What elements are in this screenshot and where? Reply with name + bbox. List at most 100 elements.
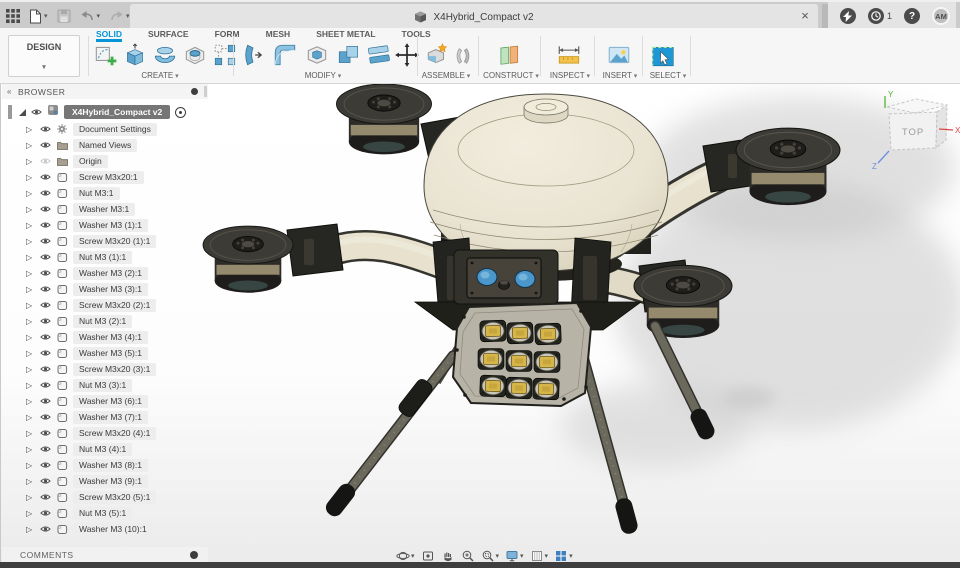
item-label[interactable]: Screw M3x20 (5):1 (73, 490, 157, 504)
drone-arm-left[interactable] (286, 223, 469, 284)
visibility-eye-icon[interactable] (39, 381, 51, 389)
browser-root-item[interactable]: X4Hybrid_Compact v2 (2, 103, 208, 121)
expand-arrow-icon[interactable] (26, 509, 34, 518)
visibility-eye-icon[interactable] (39, 269, 51, 277)
item-label[interactable]: Screw M3x20 (1):1 (73, 234, 157, 248)
expand-arrow-icon[interactable] (26, 445, 34, 454)
assemble-group-label[interactable]: ASSEMBLE (422, 71, 471, 80)
browser-item[interactable]: Washer M3 (9):1 (2, 473, 208, 489)
measure-icon[interactable] (556, 42, 582, 68)
browser-item[interactable]: Screw M3x20 (1):1 (2, 233, 208, 249)
construct-plane-icon[interactable] (496, 42, 522, 68)
orbit-icon[interactable] (395, 549, 416, 563)
browser-item[interactable]: Screw M3x20 (4):1 (2, 425, 208, 441)
insert-image-icon[interactable] (606, 42, 632, 68)
extensions-icon[interactable] (839, 8, 856, 24)
visibility-eye-icon[interactable] (39, 253, 51, 261)
visibility-eye-icon[interactable] (39, 189, 51, 197)
collapse-browser-icon[interactable] (7, 87, 12, 96)
expand-arrow-icon[interactable] (26, 381, 34, 390)
expand-arrow-icon[interactable] (26, 125, 34, 134)
expand-arrow-icon[interactable] (26, 189, 34, 198)
item-label[interactable]: Washer M3 (6):1 (73, 394, 148, 408)
joint-icon[interactable] (452, 45, 474, 67)
item-label[interactable]: Nut M3:1 (73, 186, 120, 200)
expand-arrow-icon[interactable] (26, 285, 34, 294)
fillet-icon[interactable] (272, 42, 298, 68)
zoom-icon[interactable] (460, 549, 476, 563)
browser-item[interactable]: Washer M3 (10):1 (2, 521, 208, 537)
browser-item[interactable]: Nut M3 (4):1 (2, 441, 208, 457)
visibility-eye-icon[interactable] (39, 157, 51, 165)
expand-arrow-icon[interactable] (26, 141, 34, 150)
item-label[interactable]: Washer M3 (8):1 (73, 458, 148, 472)
item-label[interactable]: Origin (73, 154, 108, 168)
scroll-grip[interactable] (8, 105, 12, 119)
browser-item[interactable]: Nut M3 (1):1 (2, 249, 208, 265)
visibility-eye-icon[interactable] (39, 525, 51, 533)
construct-group-label[interactable]: CONSTRUCT (483, 71, 539, 80)
visibility-eye-icon[interactable] (39, 205, 51, 213)
browser-item[interactable]: Nut M3 (3):1 (2, 377, 208, 393)
item-label[interactable]: Washer M3 (9):1 (73, 474, 148, 488)
grid-settings-icon[interactable] (529, 549, 550, 563)
redo-icon[interactable] (109, 10, 130, 23)
expand-arrow-icon[interactable] (26, 221, 34, 230)
item-label[interactable]: Washer M3 (3):1 (73, 282, 148, 296)
file-menu-icon[interactable] (29, 9, 48, 24)
ribbon-tab-solid[interactable]: SOLID (96, 29, 122, 42)
expand-arrow-icon[interactable] (26, 253, 34, 262)
expand-arrow-icon[interactable] (26, 477, 34, 486)
display-settings-icon[interactable] (504, 549, 525, 563)
comments-options-dot-icon[interactable] (190, 550, 198, 559)
expand-arrow-icon[interactable] (26, 429, 34, 438)
browser-item[interactable]: Washer M3 (7):1 (2, 409, 208, 425)
hole-icon[interactable] (182, 42, 208, 68)
expand-arrow-icon[interactable] (26, 173, 34, 182)
visibility-eye-icon[interactable] (39, 397, 51, 405)
save-icon[interactable] (57, 9, 71, 23)
close-tab-icon[interactable] (798, 9, 812, 23)
browser-item[interactable]: Washer M3 (1):1 (2, 217, 208, 233)
extrude-icon[interactable] (122, 42, 148, 68)
drone-led-panel[interactable] (452, 302, 592, 407)
visibility-eye-icon[interactable] (39, 317, 51, 325)
browser-item[interactable]: Washer M3 (6):1 (2, 393, 208, 409)
expand-arrow-icon[interactable] (26, 413, 34, 422)
expand-arrow-icon[interactable] (26, 349, 34, 358)
comments-bar[interactable]: COMMENTS (2, 547, 208, 562)
browser-item[interactable]: Washer M3 (8):1 (2, 457, 208, 473)
expand-arrow-icon[interactable] (26, 205, 34, 214)
browser-item[interactable]: Origin (2, 153, 208, 169)
select-tool-icon[interactable] (650, 42, 676, 68)
visibility-eye-icon[interactable] (39, 301, 51, 309)
ribbon-tab-mesh[interactable]: MESH (266, 29, 291, 42)
visibility-eye-icon[interactable] (39, 493, 51, 501)
ribbon-tab-surface[interactable]: SURFACE (148, 29, 189, 42)
viewcube-top-face-label[interactable]: TOP (902, 127, 924, 138)
browser-item[interactable]: Nut M3 (2):1 (2, 313, 208, 329)
create-sketch-icon[interactable] (92, 42, 118, 68)
pan-hand-icon[interactable] (440, 549, 456, 563)
visibility-eye-icon[interactable] (39, 141, 51, 149)
drone-rotor-left[interactable] (202, 225, 294, 294)
select-group-label[interactable]: SELECT (650, 71, 687, 80)
help-icon[interactable]: ? (904, 8, 920, 24)
expand-arrow-icon[interactable] (26, 301, 34, 310)
item-label[interactable]: Nut M3 (3):1 (73, 378, 133, 392)
inspect-group-label[interactable]: INSPECT (550, 71, 590, 80)
expand-arrow-icon[interactable] (26, 237, 34, 246)
drone-rotor-top-right[interactable] (735, 127, 841, 206)
press-pull-icon[interactable] (240, 42, 266, 68)
account-avatar[interactable]: AM (932, 7, 950, 25)
document-tab[interactable]: X4Hybrid_Compact v2 (130, 4, 818, 30)
panel-grip[interactable] (204, 86, 207, 97)
look-at-icon[interactable] (420, 549, 436, 563)
item-label[interactable]: Nut M3 (5):1 (73, 506, 133, 520)
drone-rotor-right[interactable] (633, 264, 733, 339)
browser-item[interactable]: Nut M3 (5):1 (2, 505, 208, 521)
viewport-canvas[interactable]: BROWSER X4Hybrid_Compact v2 Document Set… (0, 84, 960, 562)
item-label[interactable]: Washer M3 (5):1 (73, 346, 148, 360)
item-label[interactable]: Washer M3 (2):1 (73, 266, 148, 280)
item-label[interactable]: Nut M3 (4):1 (73, 442, 133, 456)
